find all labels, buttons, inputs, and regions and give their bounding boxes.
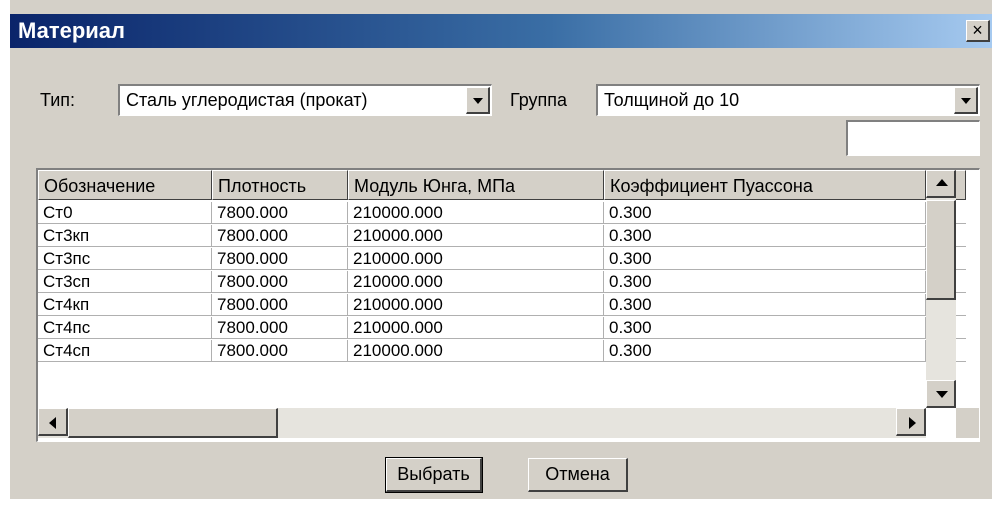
- scrollbar-corner: [956, 408, 979, 438]
- scroll-down-button[interactable]: [926, 380, 956, 408]
- table-cell: Ст3пс: [38, 248, 212, 270]
- close-button[interactable]: ×: [966, 20, 990, 42]
- type-dropdown-button[interactable]: [466, 87, 490, 114]
- close-icon: ×: [972, 20, 983, 40]
- scroll-up-button[interactable]: [926, 170, 956, 198]
- materials-table[interactable]: Обозначение Плотность Модуль Юнга, МПа К…: [36, 168, 980, 442]
- group-value: Толщиной до 10: [604, 90, 740, 110]
- scroll-left-button[interactable]: [38, 408, 68, 436]
- table-cell: Ст4сп: [38, 340, 212, 362]
- table-row[interactable]: Ст3кп 7800.000 210000.000 0.300 36: [38, 225, 966, 247]
- arrow-left-icon: [49, 417, 56, 429]
- arrow-up-icon: [936, 179, 948, 186]
- arrow-down-icon: [936, 391, 948, 398]
- table-cell: Ст3кп: [38, 225, 212, 247]
- dialog-title: Материал: [18, 18, 126, 43]
- scroll-right-button[interactable]: [896, 408, 926, 436]
- material-dialog: Материал × Тип: Сталь углеродистая (прок…: [10, 0, 992, 499]
- table-cell: 0.300: [604, 271, 926, 293]
- table-cell: 210000.000: [348, 248, 604, 270]
- horizontal-scrollbar[interactable]: [38, 408, 926, 438]
- table-cell: 210000.000: [348, 225, 604, 247]
- table-cell: 210000.000: [348, 271, 604, 293]
- type-value: Сталь углеродистая (прокат): [126, 90, 368, 110]
- table-row[interactable]: Ст3пс 7800.000 210000.000 0.300 37: [38, 248, 966, 270]
- select-button[interactable]: Выбрать: [385, 457, 483, 493]
- table-row[interactable]: Ст0 7800.000 210000.000 0.300 30: [38, 202, 966, 224]
- vertical-scroll-thumb[interactable]: [926, 200, 956, 300]
- table-cell: 7800.000: [212, 248, 348, 270]
- table-cell: 210000.000: [348, 294, 604, 316]
- table-cell: 0.300: [604, 248, 926, 270]
- column-header-density[interactable]: Плотность: [212, 170, 348, 200]
- table-cell: Ст3сп: [38, 271, 212, 293]
- table-row[interactable]: Ст4пс 7800.000 210000.000 0.300 41: [38, 317, 966, 339]
- table-cell: 0.300: [604, 317, 926, 339]
- table-cell: 0.300: [604, 294, 926, 316]
- table-cell: 210000.000: [348, 202, 604, 224]
- table-cell: 0.300: [604, 202, 926, 224]
- title-bar: Материал ×: [10, 14, 992, 48]
- column-header-youngs-modulus[interactable]: Модуль Юнга, МПа: [348, 170, 604, 200]
- table-cell: Ст4пс: [38, 317, 212, 339]
- table-cell: 7800.000: [212, 294, 348, 316]
- table-row[interactable]: Ст4кп 7800.000 210000.000 0.300 40: [38, 294, 966, 316]
- table-cell: 0.300: [604, 225, 926, 247]
- table-cell: 7800.000: [212, 317, 348, 339]
- chevron-down-icon: [961, 98, 971, 104]
- group-label: Группа: [510, 90, 568, 110]
- horizontal-scroll-thumb[interactable]: [68, 408, 278, 438]
- table-cell: Ст0: [38, 202, 212, 224]
- arrow-right-icon: [909, 417, 916, 429]
- column-header-poisson-ratio[interactable]: Коэффициент Пуассона: [604, 170, 926, 200]
- table-cell: 7800.000: [212, 271, 348, 293]
- type-dropdown[interactable]: Сталь углеродистая (прокат): [118, 84, 492, 116]
- filter-input[interactable]: [846, 120, 980, 156]
- type-label: Тип:: [40, 90, 76, 110]
- table-cell: 7800.000: [212, 340, 348, 362]
- group-dropdown[interactable]: Толщиной до 10: [596, 84, 980, 116]
- table-cell: 7800.000: [212, 202, 348, 224]
- group-dropdown-button[interactable]: [954, 87, 978, 114]
- table-row[interactable]: Ст3сп 7800.000 210000.000 0.300 38: [38, 271, 966, 293]
- cancel-button[interactable]: Отмена: [528, 458, 628, 492]
- chevron-down-icon: [473, 98, 483, 104]
- table-cell: 210000.000: [348, 317, 604, 339]
- table-cell: 0.300: [604, 340, 926, 362]
- table-row[interactable]: Ст4сп 7800.000 210000.000 0.300 41: [38, 340, 966, 362]
- table-cell: 210000.000: [348, 340, 604, 362]
- column-header-designation[interactable]: Обозначение: [38, 170, 212, 200]
- table-cell: Ст4кп: [38, 294, 212, 316]
- table-cell: 7800.000: [212, 225, 348, 247]
- vertical-scrollbar[interactable]: [926, 170, 956, 408]
